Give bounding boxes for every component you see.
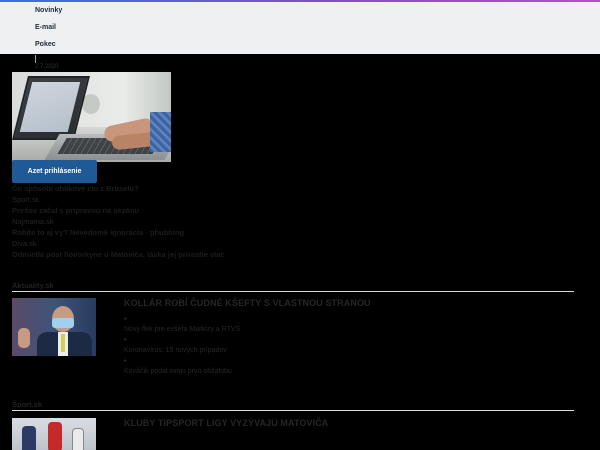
headline-source[interactable]: Diva.sk: [12, 238, 572, 249]
headline-source[interactable]: Sport.sk: [12, 194, 572, 205]
bullet-icon: •: [124, 337, 127, 344]
hero-image[interactable]: [12, 72, 171, 162]
headline-source[interactable]: Najmama.sk: [12, 216, 572, 227]
menu-item-pokec[interactable]: Pokec: [35, 41, 56, 48]
section-divider: [12, 291, 574, 292]
headline-link[interactable]: Odmietla post hovorkyne u Matoviča, lásk…: [12, 249, 572, 260]
story-link[interactable]: Koronavírus: 15 nových prípadov: [124, 347, 227, 354]
section-title-aktuality[interactable]: Aktuality.sk: [12, 281, 54, 290]
section-title-sport[interactable]: Šport.sk: [12, 400, 42, 409]
bullet-icon: •: [124, 316, 127, 323]
headline-link[interactable]: Čo spôsobí uhlíkové clo z Bruselu?: [12, 183, 572, 194]
dropdown-menu: Novinky E-mail Pokec: [0, 2, 600, 54]
headline-link[interactable]: Prešov začal s prípravou na sezónu: [12, 205, 572, 216]
thumb-mask: [52, 318, 74, 328]
headline-link[interactable]: Robíte to aj vy? Nevedomá ignorácia - ph…: [12, 227, 572, 238]
section-divider: [12, 410, 574, 411]
azet-login-button[interactable]: Azet prihlásenie: [12, 160, 97, 183]
thumb-player: [48, 422, 62, 450]
thumb-player: [22, 426, 36, 450]
story-link[interactable]: Nový flek pre exšéfa Markízy a RTVS: [124, 326, 240, 333]
story-link[interactable]: Kováčik podal svoju prvú obžalobu: [124, 368, 232, 375]
headline-list: Čo spôsobí uhlíkové clo z Bruselu? Sport…: [12, 183, 572, 260]
thumb-player: [72, 428, 84, 450]
menu-item-novinky[interactable]: Novinky: [35, 7, 62, 14]
story-title[interactable]: KOLLÁR ROBÍ ČUDNÉ KŠEFTY S VLASTNOU STRA…: [124, 298, 371, 308]
date-label: 2.7.2020: [35, 64, 59, 70]
story-title[interactable]: KLUBY TIPSPORT LIGY VYZÝVAJÚ MATOVIČA: [124, 418, 328, 428]
text-cursor-icon: [35, 55, 36, 63]
menu-item-email[interactable]: E-mail: [35, 24, 56, 31]
thumb-hand: [18, 328, 30, 348]
thumb-tie: [61, 334, 65, 352]
story-thumbnail[interactable]: [12, 298, 96, 356]
bullet-icon: •: [124, 358, 127, 365]
hero-sleeve: [150, 112, 171, 152]
story-thumbnail[interactable]: [12, 418, 96, 450]
